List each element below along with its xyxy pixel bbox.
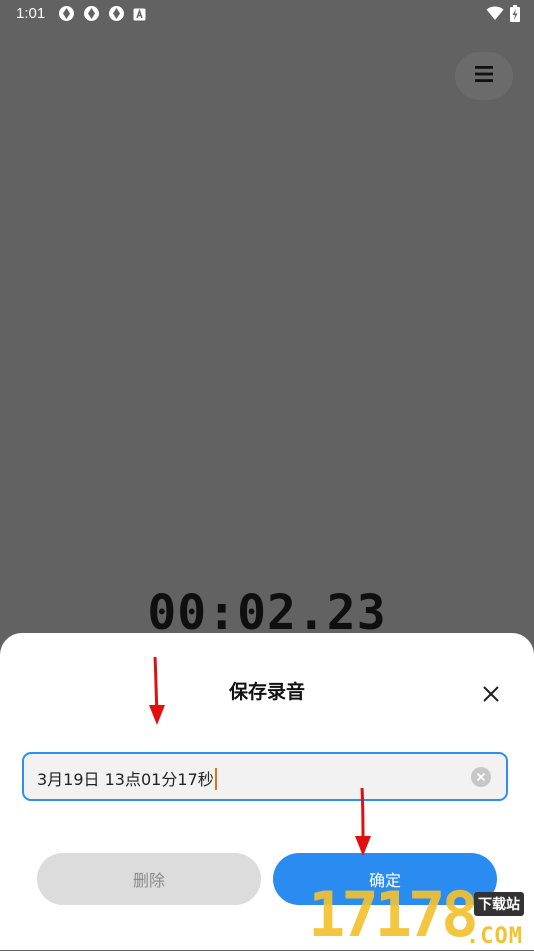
- filename-input[interactable]: 3月19日 13点01分17秒: [37, 766, 217, 790]
- watermark: 17178 下载站 .COM: [308, 880, 534, 950]
- watermark-site: 下载站: [474, 892, 524, 916]
- close-icon: [483, 686, 499, 702]
- notification-icons: [58, 5, 146, 22]
- system-icons: [486, 5, 520, 26]
- delete-button[interactable]: 删除: [37, 853, 261, 905]
- watermark-number: 17178: [308, 878, 479, 951]
- app-notification-icon: [83, 5, 100, 22]
- dialog-title: 保存录音: [228, 681, 305, 703]
- annotation-arrow-icon: [355, 787, 371, 856]
- wifi-icon: [486, 5, 504, 26]
- filename-field[interactable]: 3月19日 13点01分17秒: [22, 752, 508, 801]
- clear-input-button[interactable]: [471, 767, 491, 787]
- menu-button[interactable]: [455, 52, 513, 100]
- a-square-icon: [133, 7, 146, 21]
- battery-charging-icon: [510, 5, 520, 26]
- watermark-domain: .COM: [466, 924, 523, 949]
- app-notification-icon: [108, 5, 125, 22]
- filename-value: 3月19日 13点01分17秒: [37, 770, 214, 789]
- annotation-arrow-icon: [149, 656, 165, 725]
- status-time: 1:01: [16, 5, 46, 22]
- text-caret: [214, 768, 217, 790]
- hamburger-menu-icon: [474, 65, 494, 87]
- clear-icon: [476, 772, 486, 782]
- app-notification-icon: [58, 5, 75, 22]
- status-bar: 1:01: [0, 0, 534, 28]
- close-button[interactable]: [478, 681, 504, 707]
